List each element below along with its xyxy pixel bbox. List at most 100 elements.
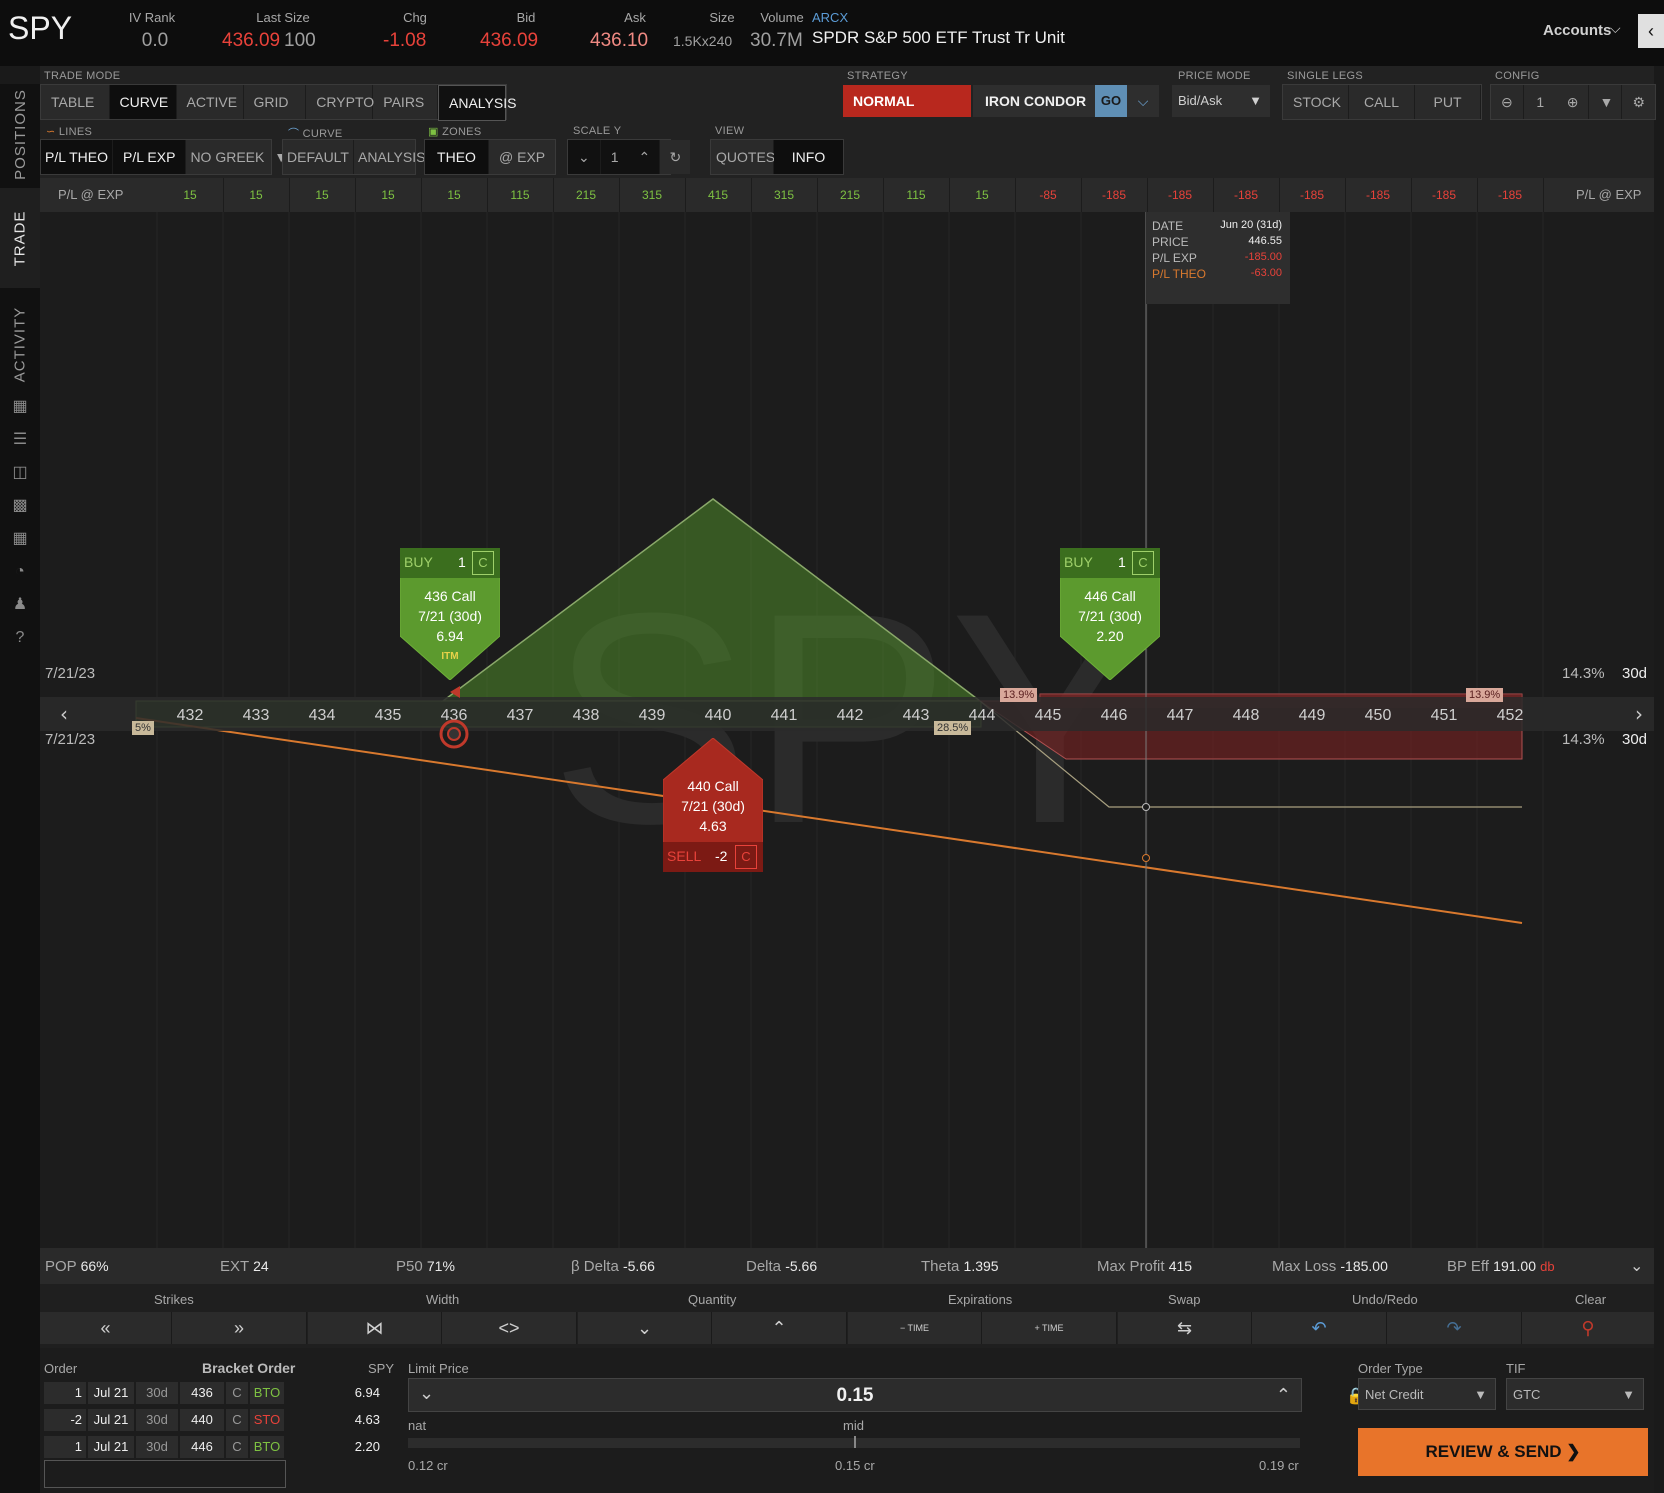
symbol[interactable]: SPY: [8, 10, 72, 47]
mode-table[interactable]: TABLE: [41, 85, 110, 119]
order-type-select[interactable]: Net Credit ▼: [1358, 1378, 1496, 1410]
width-wide-button[interactable]: <>: [442, 1312, 577, 1344]
price-mode-select[interactable]: Bid/Ask ▼: [1172, 85, 1270, 117]
order-cell-qty[interactable]: 1: [44, 1436, 86, 1458]
quantity-down-button[interactable]: ⌄: [578, 1312, 712, 1344]
width-narrow-button[interactable]: ⋈: [308, 1312, 442, 1344]
order-cell-exp[interactable]: Jul 21: [88, 1382, 134, 1404]
mode-curve[interactable]: CURVE: [109, 85, 177, 119]
review-and-send-button[interactable]: REVIEW & SEND ❯: [1358, 1428, 1648, 1476]
order-cell-strike[interactable]: 440: [180, 1409, 224, 1431]
go-button[interactable]: GO: [1095, 85, 1127, 117]
order-cell-qty[interactable]: 1: [44, 1382, 86, 1404]
gear-icon[interactable]: ⚙: [1622, 85, 1655, 119]
leg-card-sell-440[interactable]: 440 Call 7/21 (30d) 4.63 SELL -2 C: [663, 738, 763, 872]
tab-trade[interactable]: TRADE: [0, 188, 40, 288]
tif-select[interactable]: GTC ▼: [1506, 1378, 1644, 1410]
pl-row-divider: [751, 178, 752, 212]
list-icon[interactable]: ☰: [10, 430, 30, 450]
strategy-normal-button[interactable]: NORMAL: [843, 85, 971, 117]
chevron-down-icon[interactable]: ⌵: [1610, 20, 1621, 37]
bid-value[interactable]: 436.09: [480, 30, 538, 52]
stat-max-loss: Max Loss -185.00: [1272, 1258, 1388, 1275]
filter-icon[interactable]: ▼: [1589, 85, 1623, 119]
mode-grid[interactable]: GRID: [244, 85, 307, 119]
clear-icon[interactable]: ⚲: [1522, 1312, 1655, 1344]
expiration-earlier-button[interactable]: − TIME: [848, 1312, 982, 1344]
zoom-out-icon[interactable]: ⊖: [1491, 85, 1524, 119]
curve-analysis[interactable]: ANALYSIS: [354, 140, 429, 174]
width-label: Width: [426, 1292, 460, 1307]
tab-activity[interactable]: ACTIVITY: [0, 294, 40, 394]
minus-time-icon: −: [899, 1323, 908, 1333]
line-pl-theo[interactable]: P/L THEO: [41, 140, 114, 174]
pl-row-divider: [1081, 178, 1082, 212]
order-cell-dte[interactable]: 30d: [136, 1436, 178, 1458]
price-slider[interactable]: [408, 1436, 1300, 1448]
single-leg-put[interactable]: PUT: [1415, 85, 1481, 119]
order-cell-exp[interactable]: Jul 21: [88, 1436, 134, 1458]
gauge-icon[interactable]: ◔: [10, 562, 30, 582]
limit-price-value: 0.15: [836, 1385, 874, 1406]
chart-grid-icon[interactable]: ▩: [10, 496, 30, 516]
dashboard-icon[interactable]: ▦: [10, 529, 30, 549]
collapse-panel-icon[interactable]: ‹: [1638, 14, 1664, 48]
lines-label: ∽ LINES: [46, 126, 93, 138]
tv-icon[interactable]: ◫: [10, 463, 30, 483]
leg-card-buy-436[interactable]: BUY 1 C 436 Call 7/21 (30d) 6.94 ITM: [400, 548, 500, 680]
leg-card-buy-446[interactable]: BUY 1 C 446 Call 7/21 (30d) 2.20: [1060, 548, 1160, 680]
order-cell-dte[interactable]: 30d: [136, 1409, 178, 1431]
view-info[interactable]: INFO: [774, 140, 843, 174]
mode-crypto[interactable]: CRYPTO: [306, 85, 374, 119]
limit-price-input[interactable]: ⌄ 0.15 ⌃: [408, 1378, 1302, 1412]
chevron-up-icon[interactable]: ⌃: [628, 140, 660, 174]
ask-value[interactable]: 436.10: [590, 30, 648, 52]
leg-qty: -2: [715, 848, 728, 864]
view-quotes[interactable]: QUOTES: [711, 140, 775, 174]
order-cell-strike[interactable]: 446: [180, 1436, 224, 1458]
quantity-up-button[interactable]: ⌃: [712, 1312, 847, 1344]
strategy-select[interactable]: IRON CONDOR: [973, 85, 1095, 117]
line-pl-exp[interactable]: P/L EXP: [113, 140, 187, 174]
single-leg-call[interactable]: CALL: [1349, 85, 1415, 119]
order-cell-dte[interactable]: 30d: [136, 1382, 178, 1404]
curve-default[interactable]: DEFAULT: [283, 140, 354, 174]
chevron-down-icon[interactable]: ⌄: [568, 140, 601, 174]
pl-exp-value: 15: [447, 188, 461, 202]
order-cell-exp[interactable]: Jul 21: [88, 1409, 134, 1431]
zoom-in-icon[interactable]: ⊕: [1557, 85, 1590, 119]
range-high-label: 0.19 cr: [1259, 1458, 1299, 1473]
mode-analysis[interactable]: ANALYSIS: [438, 85, 516, 121]
strike-down-button[interactable]: «: [40, 1312, 172, 1344]
zone-at-exp[interactable]: @ EXP: [489, 140, 555, 174]
order-cell-strike[interactable]: 436: [180, 1382, 224, 1404]
chevron-down-icon[interactable]: ⌄: [1630, 1256, 1643, 1276]
expiration-later-button[interactable]: + TIME: [982, 1312, 1117, 1344]
calculator-icon[interactable]: ▦: [10, 397, 30, 417]
accounts-label[interactable]: Accounts: [1543, 22, 1611, 39]
zone-theo[interactable]: THEO: [425, 140, 489, 174]
strike-up-button[interactable]: »: [172, 1312, 307, 1344]
order-cell-action[interactable]: BTO: [250, 1382, 284, 1404]
greek-select[interactable]: NO GREEK ▼: [186, 140, 288, 174]
order-cell-action[interactable]: BTO: [250, 1436, 284, 1458]
help-icon[interactable]: ?: [10, 628, 30, 648]
chevron-down-icon[interactable]: ⌵: [1127, 85, 1159, 117]
swap-icon[interactable]: ⇆: [1118, 1312, 1252, 1344]
order-cell-action[interactable]: STO: [250, 1409, 284, 1431]
order-cell-qty[interactable]: -2: [44, 1409, 86, 1431]
scale-y-value[interactable]: 1: [600, 140, 629, 174]
tab-positions[interactable]: POSITIONS: [0, 84, 40, 184]
mode-pairs[interactable]: PAIRS: [373, 85, 438, 119]
order-note-field[interactable]: [44, 1460, 286, 1488]
bracket-order-label[interactable]: Bracket Order: [202, 1360, 295, 1376]
mode-active[interactable]: ACTIVE: [177, 85, 244, 119]
config-value[interactable]: 1: [1524, 85, 1557, 119]
single-leg-stock[interactable]: STOCK: [1283, 85, 1349, 119]
undo-icon[interactable]: ↶: [1252, 1312, 1387, 1344]
redo-icon[interactable]: ↷: [1387, 1312, 1522, 1344]
community-icon[interactable]: ♟: [10, 595, 30, 615]
pl-curve-chart[interactable]: SPY 432433434435436437438439440441442443…: [40, 212, 1654, 1248]
strike-label: 432: [177, 707, 204, 724]
reset-icon[interactable]: ↻: [659, 140, 690, 174]
